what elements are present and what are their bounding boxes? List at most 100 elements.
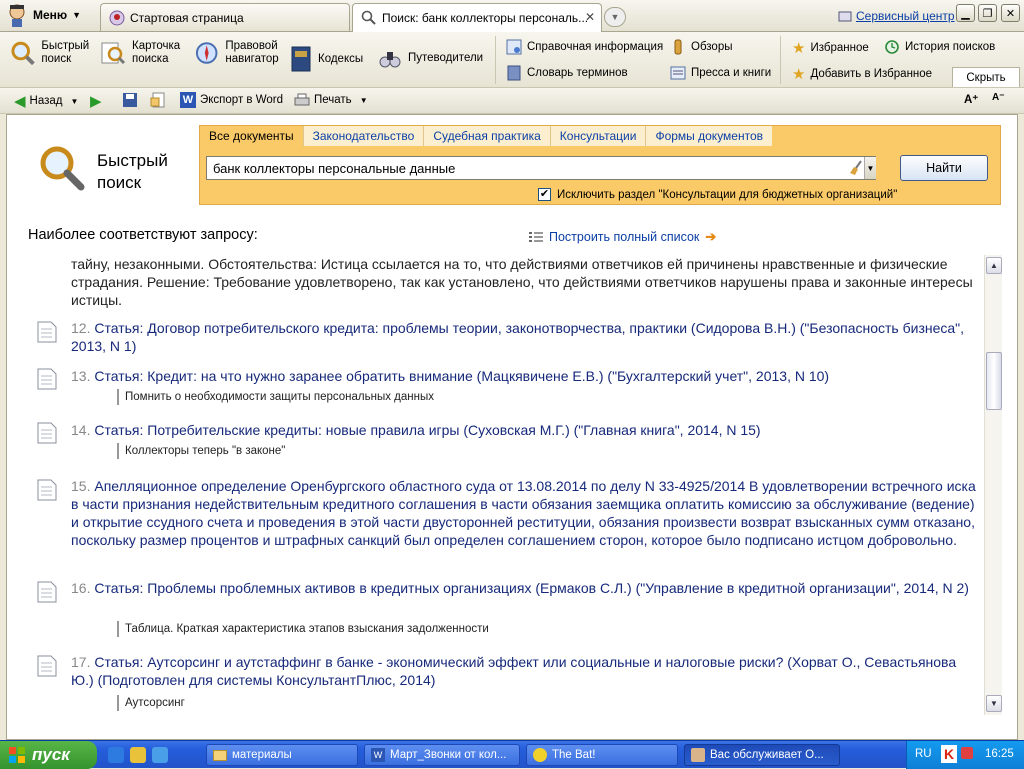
item-title[interactable]: Статья: Проблемы проблемных активов в кр… — [94, 580, 969, 596]
search-panel: Все документы Законодательство Судебная … — [199, 125, 1001, 205]
item-title[interactable]: Статья: Потребительские кредиты: новые п… — [94, 422, 760, 438]
chevron-down-icon: ▼ — [72, 10, 82, 20]
item-title[interactable]: Апелляционное определение Оренбургского … — [71, 478, 976, 548]
service-center-link[interactable]: Сервисный центр — [838, 9, 955, 23]
codes-label: Кодексы — [318, 52, 364, 65]
quick-search-label: Быстрый поиск — [41, 40, 90, 65]
list-item[interactable]: 12. Статья: Договор потребительского кре… — [71, 319, 981, 355]
list-item[interactable]: 13. Статья: Кредит: на что нужно заранее… — [71, 367, 981, 385]
antivirus-icon[interactable]: K — [941, 745, 957, 763]
task-consultant[interactable]: Вас обслуживает О... — [684, 744, 840, 766]
favorites-label: Избранное — [810, 42, 869, 54]
press-books-button[interactable]: Пресса и книги — [670, 65, 771, 81]
windows-logo-icon — [9, 747, 25, 763]
scroll-thumb[interactable] — [986, 352, 1002, 410]
document-button[interactable] — [150, 92, 166, 108]
item-snippet[interactable]: Таблица. Краткая характеристика этапов в… — [117, 621, 495, 637]
print-button[interactable]: Печать ▼ — [294, 92, 368, 108]
word-icon: W — [180, 92, 196, 108]
reviews-button[interactable]: Обзоры — [670, 39, 732, 55]
quick-launch-app-icon[interactable] — [152, 747, 168, 763]
tab-search[interactable]: Поиск: банк коллекторы персональ... ✕ — [352, 3, 602, 32]
item-number: 12. — [71, 320, 91, 336]
history-icon — [885, 40, 899, 54]
consultant-logo-icon — [9, 4, 25, 27]
item-title[interactable]: Статья: Кредит: на что нужно заранее обр… — [94, 368, 829, 384]
add-favorites-button[interactable]: ★ Добавить в Избранное — [792, 65, 932, 83]
build-full-list-link[interactable]: Построить полный список ➔ — [529, 229, 716, 245]
guides-button[interactable]: Путеводители — [378, 46, 488, 70]
list-item[interactable]: 16. Статья: Проблемы проблемных активов … — [71, 579, 981, 597]
export-word-button[interactable]: W Экспорт в Word — [180, 92, 283, 108]
toolbar-divider — [780, 36, 781, 84]
item-snippet[interactable]: Аутсорсинг — [117, 695, 191, 711]
vertical-scrollbar[interactable]: ▲ ▼ — [984, 255, 1002, 715]
restore-button[interactable]: ❐ — [978, 4, 997, 22]
codes-button[interactable]: Кодексы — [290, 46, 370, 72]
glossary-button[interactable]: Словарь терминов — [506, 65, 628, 81]
tab-document-forms[interactable]: Формы документов — [646, 126, 772, 146]
save-button[interactable] — [122, 92, 138, 108]
internet-explorer-icon[interactable] — [108, 747, 124, 763]
search-input[interactable] — [206, 156, 876, 180]
book-icon — [291, 46, 311, 72]
task-word-document[interactable]: W Март_Звонки от кол... — [364, 744, 520, 766]
item-snippet[interactable]: Коллекторы теперь "в законе" — [117, 443, 292, 459]
search-history-button[interactable]: История поисков — [884, 39, 995, 55]
increase-font-button[interactable]: A⁺ — [964, 92, 978, 106]
close-tab-icon[interactable]: ✕ — [585, 10, 595, 24]
forward-button[interactable]: ▶ — [90, 92, 102, 110]
reference-info-button[interactable]: Справочная информация — [506, 39, 663, 55]
tab-consultations[interactable]: Консультации — [551, 126, 647, 146]
chevron-down-icon: ▼ — [990, 699, 998, 708]
star-add-icon: ★ — [792, 66, 806, 83]
arrow-left-icon: ◀ — [14, 93, 26, 110]
task-the-bat[interactable]: The Bat! — [526, 744, 678, 766]
exclude-checkbox[interactable]: ✔ — [538, 188, 551, 201]
item-snippet[interactable]: Помнить о необходимости защиты персональ… — [117, 389, 440, 405]
back-button[interactable]: ◀ Назад ▼ — [14, 92, 78, 110]
tab-start-page[interactable]: Стартовая страница — [100, 3, 350, 31]
scroll-up-button[interactable]: ▲ — [986, 257, 1002, 274]
favorites-button[interactable]: ★ Избранное — [792, 39, 869, 57]
item-number: 16. — [71, 580, 91, 596]
printer-icon — [294, 93, 310, 106]
item-title[interactable]: Статья: Аутсорсинг и аутстаффинг в банке… — [71, 654, 956, 688]
legal-navigator-button[interactable]: Правовой навигатор — [194, 40, 284, 66]
start-button[interactable]: пуск — [0, 741, 97, 769]
tab-all-documents[interactable]: Все документы — [200, 126, 304, 146]
find-button[interactable]: Найти — [900, 155, 988, 181]
clock: 16:25 — [985, 748, 1014, 760]
document-icon — [37, 479, 57, 501]
glossary-icon — [507, 65, 521, 81]
tray-app-icon[interactable] — [961, 747, 973, 759]
search-icon — [361, 10, 376, 25]
clear-brush-icon[interactable] — [846, 157, 864, 179]
collapse-toolbar-button[interactable]: Скрыть — [952, 67, 1020, 87]
quick-search-button[interactable]: Быстрый поиск — [10, 40, 90, 66]
list-item[interactable]: 14. Статья: Потребительские кредиты: нов… — [71, 421, 981, 439]
tab-court-practice[interactable]: Судебная практика — [424, 126, 551, 146]
tab-legislation[interactable]: Законодательство — [304, 126, 425, 146]
find-label: Найти — [926, 161, 962, 175]
reference-info-label: Справочная информация — [527, 41, 664, 53]
minimize-button[interactable]: ▁ — [956, 4, 975, 22]
item-title[interactable]: Статья: Договор потребительского кредита… — [71, 320, 964, 354]
tab-label: Стартовая страница — [130, 10, 244, 25]
cut-paragraph: тайну, незаконными. Обстоятельства: Исти… — [71, 256, 973, 308]
search-history-dropdown[interactable]: ▼ — [864, 157, 876, 179]
search-card-button[interactable]: Карточка поиска — [100, 40, 184, 66]
close-window-button[interactable]: ✕ — [1001, 4, 1020, 22]
list-item[interactable]: 15. Апелляционное определение Оренбургск… — [71, 477, 981, 549]
list-icon — [529, 232, 543, 242]
menu-button[interactable]: Меню ▼ — [2, 2, 90, 28]
toolbar-divider — [495, 36, 496, 84]
scroll-down-button[interactable]: ▼ — [986, 695, 1002, 712]
star-icon: ★ — [792, 40, 806, 57]
list-item[interactable]: 17. Статья: Аутсорсинг и аутстаффинг в б… — [71, 653, 981, 689]
quick-launch-app-icon[interactable] — [130, 747, 146, 763]
language-indicator[interactable]: RU — [915, 748, 932, 760]
task-materials[interactable]: материалы — [206, 744, 358, 766]
decrease-font-button[interactable]: A⁻ — [992, 92, 1005, 103]
tab-list-button[interactable]: ▼ — [604, 7, 626, 27]
